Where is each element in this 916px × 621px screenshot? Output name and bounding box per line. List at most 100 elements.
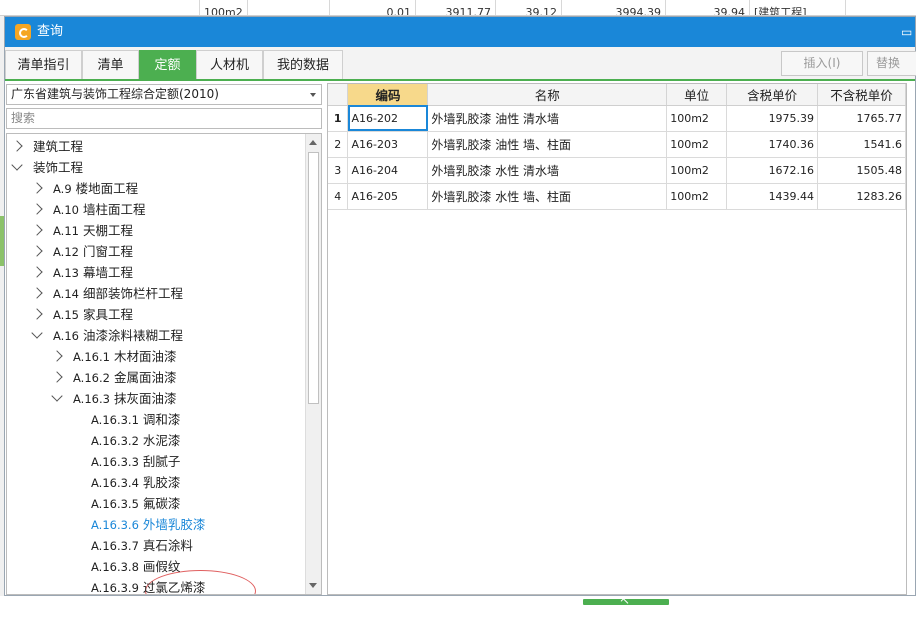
- quota-code[interactable]: A16-203: [347, 131, 429, 158]
- quota-unit[interactable]: 100m2: [666, 105, 728, 132]
- quota-name[interactable]: 外墙乳胶漆 油性 墙、柱面: [427, 131, 668, 158]
- col-header-unit[interactable]: 单位: [666, 84, 728, 106]
- tree-item[interactable]: A.16.3.5 氟碳漆: [73, 493, 180, 514]
- table-row[interactable]: 3 A16-204 外墙乳胶漆 水性 清水墙 100m2 1672.16 1505.48: [328, 157, 906, 184]
- scroll-thumb[interactable]: [308, 152, 319, 404]
- chevron-right-icon[interactable]: [31, 287, 43, 299]
- tree-item-code: A.13: [53, 266, 79, 280]
- chevron-right-icon[interactable]: [31, 308, 43, 320]
- row-index[interactable]: 2: [328, 131, 349, 158]
- chevron-right-icon[interactable]: [11, 140, 23, 152]
- tree-item[interactable]: A.16.2 金属面油漆: [51, 367, 177, 388]
- tree-item-code: A.16.3.7: [91, 539, 139, 553]
- tree-item-code: A.16.3.8: [91, 560, 139, 574]
- tree-item[interactable]: A.16.3.9 过氯乙烯漆: [73, 577, 205, 594]
- row-index[interactable]: 1: [328, 105, 349, 132]
- quota-code[interactable]: A16-204: [347, 157, 429, 184]
- tab-bill[interactable]: 清单: [82, 50, 139, 79]
- tab-bill-guide[interactable]: 清单指引: [5, 50, 82, 79]
- tree-item[interactable]: A.16.3.7 真石涂料: [73, 535, 193, 556]
- chevron-right-icon[interactable]: [51, 371, 63, 383]
- tree-item[interactable]: A.9 楼地面工程: [31, 178, 139, 199]
- tree-item[interactable]: A.14 细部装饰栏杆工程: [31, 283, 183, 304]
- quota-unit[interactable]: 100m2: [666, 183, 728, 210]
- tree-item[interactable]: A.10 墙柱面工程: [31, 199, 145, 220]
- tree-item-label: 金属面油漆: [113, 370, 177, 385]
- tree-item[interactable]: A.11 天棚工程: [31, 220, 133, 241]
- scroll-down-icon[interactable]: [309, 583, 317, 588]
- quota-library-select[interactable]: 广东省建筑与装饰工程综合定额(2010): [6, 84, 322, 105]
- col-header-code[interactable]: 编码: [347, 84, 429, 106]
- tree-item-label: 楼地面工程: [75, 181, 139, 196]
- chevron-down-icon[interactable]: [51, 390, 63, 402]
- collapse-handle[interactable]: [583, 599, 669, 605]
- tree-item[interactable]: A.16.3.2 水泥漆: [73, 430, 180, 451]
- tree-item-code: A.16.3.6: [91, 518, 139, 532]
- tree-scrollbar[interactable]: [305, 134, 321, 594]
- tree-item[interactable]: A.16.1 木材面油漆: [51, 346, 176, 367]
- tree-item[interactable]: 装饰工程: [11, 157, 84, 178]
- search-input[interactable]: 搜索: [6, 108, 322, 129]
- chevron-right-icon[interactable]: [31, 224, 43, 236]
- quota-name[interactable]: 外墙乳胶漆 油性 清水墙: [427, 105, 668, 132]
- tree-item-code: A.16.3.3: [91, 455, 139, 469]
- tree-item[interactable]: A.16.3 抹灰面油漆: [51, 388, 177, 409]
- tab-labor-material-machine[interactable]: 人材机: [196, 50, 263, 79]
- tree-item[interactable]: A.16.3.8 画假纹: [73, 556, 180, 577]
- title-bar[interactable]: 查询 ▭: [5, 17, 915, 47]
- row-index[interactable]: 3: [328, 157, 349, 184]
- insert-button[interactable]: 插入(I): [781, 51, 863, 76]
- quota-library-value: 广东省建筑与装饰工程综合定额(2010): [11, 87, 219, 101]
- tree-item[interactable]: A.16.3.3 刮腻子: [73, 451, 180, 472]
- col-header-tax-price[interactable]: 含税单价: [726, 84, 819, 106]
- bg-cell: 0.01: [330, 0, 416, 15]
- tax-price[interactable]: 1439.44: [726, 183, 819, 210]
- notax-price[interactable]: 1541.6: [817, 131, 906, 158]
- tree-item[interactable]: A.16.3.4 乳胶漆: [73, 472, 180, 493]
- notax-price[interactable]: 1283.26: [817, 183, 906, 210]
- tree-item[interactable]: A.13 幕墙工程: [31, 262, 133, 283]
- chevron-right-icon[interactable]: [51, 350, 63, 362]
- notax-price[interactable]: 1505.48: [817, 157, 906, 184]
- tree-item[interactable]: A.15 家具工程: [31, 304, 133, 325]
- tree-item[interactable]: 建筑工程: [11, 136, 83, 157]
- tree-item[interactable]: A.16.3.6 外墙乳胶漆: [73, 514, 205, 535]
- chevron-down-icon: [310, 93, 316, 97]
- col-header-name[interactable]: 名称: [427, 84, 668, 106]
- quota-name[interactable]: 外墙乳胶漆 水性 清水墙: [427, 157, 668, 184]
- chevron-right-icon[interactable]: [31, 245, 43, 257]
- quota-code[interactable]: A16-202: [347, 105, 429, 132]
- tree-item[interactable]: A.16.3.1 调和漆: [73, 409, 180, 430]
- scroll-up-icon[interactable]: [309, 140, 317, 145]
- bg-cell: 39.12: [496, 0, 562, 15]
- tax-price[interactable]: 1975.39: [726, 105, 819, 132]
- col-header-notax-price[interactable]: 不含税单价: [817, 84, 906, 106]
- replace-button[interactable]: 替换: [867, 51, 916, 76]
- tax-price[interactable]: 1672.16: [726, 157, 819, 184]
- tree-item-label: 调和漆: [142, 412, 181, 427]
- tree-item-label: 装饰工程: [33, 160, 84, 175]
- table-row[interactable]: 4 A16-205 外墙乳胶漆 水性 墙、柱面 100m2 1439.44 1283.26: [328, 183, 906, 210]
- chevron-right-icon[interactable]: [31, 182, 43, 194]
- tab-my-data[interactable]: 我的数据: [263, 50, 343, 79]
- quota-grid: 编码 名称 单位 含税单价 不含税单价 1 A16-202 外墙乳胶漆 油性 清水墙…: [327, 83, 907, 595]
- table-row[interactable]: 2 A16-203 外墙乳胶漆 油性 墙、柱面 100m2 1740.36 1541.6: [328, 131, 906, 158]
- quota-code[interactable]: A16-205: [347, 183, 429, 210]
- chevron-down-icon[interactable]: [31, 327, 43, 339]
- tab-quota[interactable]: 定额: [139, 50, 196, 79]
- chevron-down-icon[interactable]: [11, 159, 23, 171]
- quota-unit[interactable]: 100m2: [666, 157, 728, 184]
- table-row[interactable]: 1 A16-202 外墙乳胶漆 油性 清水墙 100m2 1975.39 1765.77: [328, 105, 906, 132]
- minimize-icon[interactable]: ▭: [901, 25, 913, 39]
- tree-item[interactable]: A.12 门窗工程: [31, 241, 133, 262]
- tree-item[interactable]: A.16 油漆涂料裱糊工程: [31, 325, 183, 346]
- quota-unit[interactable]: 100m2: [666, 131, 728, 158]
- chevron-right-icon[interactable]: [31, 266, 43, 278]
- bg-cell: 39.94: [666, 0, 750, 15]
- chevron-right-icon[interactable]: [31, 203, 43, 215]
- tree-item-label: 抹灰面油漆: [113, 391, 177, 406]
- quota-name[interactable]: 外墙乳胶漆 水性 墙、柱面: [427, 183, 668, 210]
- notax-price[interactable]: 1765.77: [817, 105, 906, 132]
- tax-price[interactable]: 1740.36: [726, 131, 819, 158]
- row-index[interactable]: 4: [328, 183, 349, 210]
